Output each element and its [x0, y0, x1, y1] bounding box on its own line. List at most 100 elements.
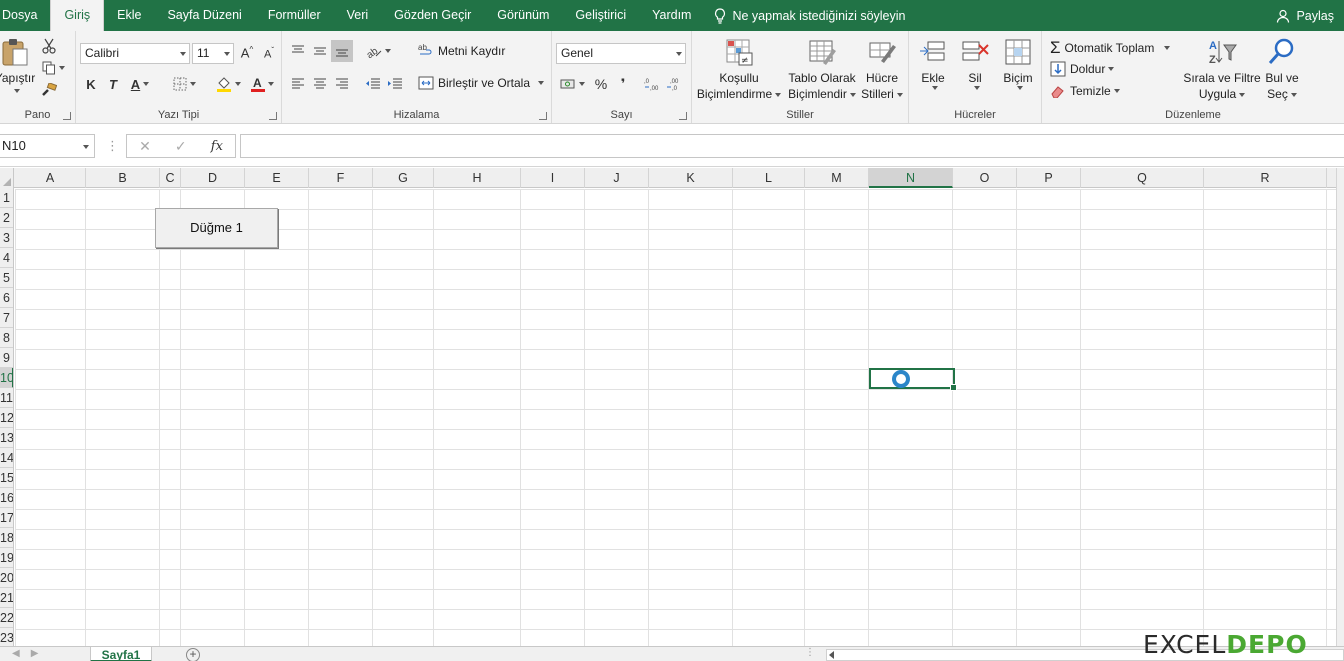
cancel-formula-button[interactable]: ✕: [139, 138, 151, 155]
font-color-button[interactable]: A: [246, 73, 278, 95]
clear-button[interactable]: Temizle: [1050, 84, 1120, 98]
row-header-22[interactable]: 22: [0, 608, 13, 628]
orientation-button[interactable]: ab: [362, 40, 394, 62]
row-header-6[interactable]: 6: [0, 288, 13, 308]
row-header-8[interactable]: 8: [0, 328, 13, 348]
wrap-text-button[interactable]: ab Metni Kaydır: [418, 43, 505, 59]
cut-button[interactable]: [38, 35, 60, 57]
paste-button[interactable]: Yapıştır: [0, 37, 38, 93]
share-button[interactable]: Paylaş: [1276, 0, 1334, 31]
sheet-tab-sayfa1[interactable]: Sayfa1: [90, 647, 152, 661]
menu-formulas[interactable]: Formüller: [255, 0, 334, 31]
column-header-q[interactable]: Q: [1081, 168, 1204, 188]
name-box[interactable]: N10: [0, 134, 95, 158]
row-header-2[interactable]: 2: [0, 208, 13, 228]
row-header-20[interactable]: 20: [0, 568, 13, 588]
insert-function-button[interactable]: fx: [211, 139, 223, 154]
italic-button[interactable]: T: [102, 73, 124, 95]
comma-button[interactable]: ❜: [612, 73, 634, 95]
percent-button[interactable]: %: [590, 73, 612, 95]
row-header-14[interactable]: 14: [0, 448, 13, 468]
column-header-h[interactable]: H: [434, 168, 521, 188]
menu-view[interactable]: Görünüm: [484, 0, 562, 31]
menu-home[interactable]: Giriş: [50, 0, 105, 31]
vertical-scrollbar[interactable]: [1336, 168, 1344, 646]
tell-me-box[interactable]: Ne yapmak istediğinizi söyleyin: [704, 7, 915, 24]
clipboard-launcher-icon[interactable]: [63, 112, 71, 120]
increase-decimal-button[interactable]: ,0,00: [642, 73, 664, 95]
row-header-13[interactable]: 13: [0, 428, 13, 448]
formula-input[interactable]: [240, 134, 1344, 158]
bold-button[interactable]: K: [80, 73, 102, 95]
merge-center-button[interactable]: Birleştir ve Ortala: [418, 76, 545, 90]
column-header-l[interactable]: L: [733, 168, 805, 188]
decrease-font-button[interactable]: Aˇ: [258, 42, 280, 64]
row-header-17[interactable]: 17: [0, 508, 13, 528]
column-header-o[interactable]: O: [953, 168, 1017, 188]
autosum-button[interactable]: Σ Otomatik Toplam: [1050, 38, 1171, 58]
column-header-n[interactable]: N: [869, 168, 953, 188]
font-size-combo[interactable]: 11: [192, 43, 234, 64]
row-header-9[interactable]: 9: [0, 348, 13, 368]
align-left-button[interactable]: [287, 73, 309, 95]
font-launcher-icon[interactable]: [269, 112, 277, 120]
row-header-3[interactable]: 3: [0, 228, 13, 248]
column-header-e[interactable]: E: [245, 168, 309, 188]
column-header-g[interactable]: G: [373, 168, 434, 188]
underline-button[interactable]: A: [124, 73, 156, 95]
menu-help[interactable]: Yardım: [639, 0, 704, 31]
number-format-combo[interactable]: Genel: [556, 43, 686, 64]
row-header-7[interactable]: 7: [0, 308, 13, 328]
align-right-button[interactable]: [331, 73, 353, 95]
tab-splitter-icon[interactable]: ⋮: [805, 647, 815, 658]
menu-file[interactable]: Dosya: [0, 0, 50, 31]
column-header-r[interactable]: R: [1204, 168, 1327, 188]
cell-area[interactable]: [15, 189, 1344, 646]
enter-formula-button[interactable]: ✓: [175, 138, 187, 155]
column-header-m[interactable]: M: [805, 168, 869, 188]
form-button-dugme-1[interactable]: Düğme 1: [155, 208, 278, 248]
menu-page-layout[interactable]: Sayfa Düzeni: [154, 0, 254, 31]
fill-color-button[interactable]: [212, 73, 244, 95]
column-header-a[interactable]: A: [15, 168, 86, 188]
menu-data[interactable]: Veri: [334, 0, 382, 31]
row-header-11[interactable]: 11: [0, 388, 13, 408]
number-launcher-icon[interactable]: [679, 112, 687, 120]
sheet-nav-arrows-icon[interactable]: ◀ ▶: [12, 648, 39, 659]
column-header-d[interactable]: D: [181, 168, 245, 188]
find-select-button[interactable]: Bul ve Seç: [1262, 37, 1302, 102]
column-header-c[interactable]: C: [160, 168, 181, 188]
column-header-i[interactable]: I: [521, 168, 585, 188]
column-header-b[interactable]: B: [86, 168, 160, 188]
delete-cells-button[interactable]: Sil: [957, 37, 993, 90]
align-middle-button[interactable]: [309, 40, 331, 62]
select-all-corner[interactable]: [0, 168, 14, 188]
copy-button[interactable]: [38, 57, 68, 79]
selected-cell-n10[interactable]: [869, 368, 957, 391]
conditional-formatting-button[interactable]: ≠ Koşullu Biçimlendirme: [696, 37, 782, 102]
decrease-decimal-button[interactable]: ,00,0: [664, 73, 686, 95]
row-header-1[interactable]: 1: [0, 188, 13, 208]
formula-bar-grip-icon[interactable]: ⋮: [106, 138, 119, 154]
column-header-k[interactable]: K: [649, 168, 733, 188]
align-bottom-button[interactable]: [331, 40, 353, 62]
alignment-launcher-icon[interactable]: [539, 112, 547, 120]
row-header-10[interactable]: 10: [0, 368, 13, 388]
row-header-4[interactable]: 4: [0, 248, 13, 268]
format-as-table-button[interactable]: Tablo Olarak Biçimlendir: [784, 37, 860, 102]
menu-insert[interactable]: Ekle: [104, 0, 154, 31]
decrease-indent-button[interactable]: [362, 73, 384, 95]
column-header-f[interactable]: F: [309, 168, 373, 188]
menu-review[interactable]: Gözden Geçir: [381, 0, 484, 31]
borders-button[interactable]: [168, 73, 200, 95]
currency-button[interactable]: [556, 73, 588, 95]
increase-indent-button[interactable]: [384, 73, 406, 95]
scroll-left-icon[interactable]: [829, 651, 834, 659]
row-header-16[interactable]: 16: [0, 488, 13, 508]
row-header-19[interactable]: 19: [0, 548, 13, 568]
row-header-18[interactable]: 18: [0, 528, 13, 548]
row-header-21[interactable]: 21: [0, 588, 13, 608]
add-sheet-button[interactable]: +: [186, 648, 200, 661]
row-header-5[interactable]: 5: [0, 268, 13, 288]
format-cells-button[interactable]: Biçim: [999, 37, 1037, 90]
